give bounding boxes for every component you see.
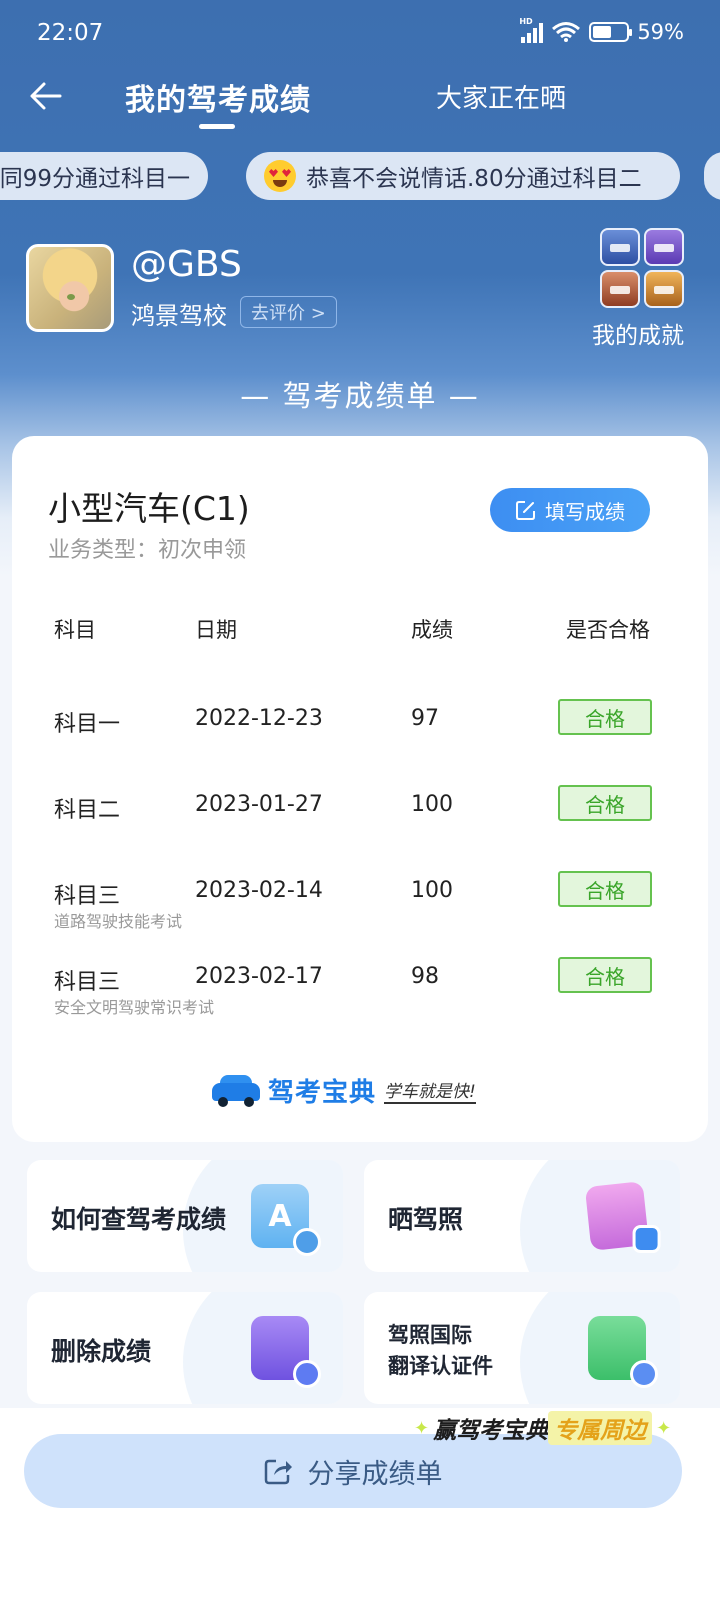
status-time: 22:07 <box>37 20 104 46</box>
tile-label: 如何查驾考成绩 <box>51 1205 227 1234</box>
edit-icon <box>516 501 535 520</box>
table-row: 科目一 2022-12-23 97 合格 <box>12 699 708 776</box>
username: @GBS <box>131 244 242 285</box>
row-date: 2023-02-14 <box>195 878 323 903</box>
header-pass: 是否合格 <box>566 618 650 642</box>
header-score: 成绩 <box>411 618 453 642</box>
row-score: 97 <box>411 706 439 731</box>
badge-icon <box>600 270 640 308</box>
my-achievements-link[interactable]: 我的成就 <box>592 316 684 350</box>
brand-logo: 驾考宝典 学车就是快! <box>212 1070 476 1110</box>
status-bar: 22:07 HD 59% <box>37 17 684 54</box>
show-license-tile[interactable]: 晒驾照 <box>364 1160 680 1272</box>
sparkle-icon: ✦ <box>414 1417 430 1439</box>
how-to-check-scores-tile[interactable]: 如何查驾考成绩 A <box>27 1160 343 1272</box>
row-subtitle: 安全文明驾驶常识考试 <box>54 998 215 1017</box>
header-date: 日期 <box>195 618 237 642</box>
tab-everyone-sharing[interactable]: 大家正在晒 <box>436 78 566 115</box>
tile-label-line2: 翻译认证件 <box>388 1354 493 1378</box>
promo-text: 赢驾考宝典 <box>433 1418 549 1444</box>
tile-label: 驾照国际 翻译认证件 <box>388 1320 493 1382</box>
fill-score-label: 填写成绩 <box>545 499 625 524</box>
battery-icon <box>589 22 633 42</box>
delete-scores-tile[interactable]: 删除成绩 <box>27 1292 343 1404</box>
signal-icon: HD <box>519 17 544 43</box>
table-row: 科目三 2023-02-14 100 合格 道路驾驶技能考试 <box>12 871 708 948</box>
fill-score-button[interactable]: 填写成绩 <box>490 488 650 532</box>
back-arrow-icon[interactable] <box>26 76 66 116</box>
battery-percent: 59% <box>637 20 684 44</box>
row-subject: 科目一 <box>54 712 121 737</box>
id-card-globe-icon <box>588 1316 658 1388</box>
driving-school-name: 鸿景驾校 <box>131 302 227 330</box>
intl-license-translation-tile[interactable]: 驾照国际 翻译认证件 <box>364 1292 680 1404</box>
status-icons: HD 59% <box>519 17 684 44</box>
delete-document-icon <box>251 1316 321 1388</box>
share-button-label: 分享成绩单 <box>307 1458 443 1490</box>
row-score: 100 <box>411 878 453 903</box>
pass-badge: 合格 <box>558 871 652 907</box>
score-sheet-title: — 驾考成绩单 — <box>240 379 480 413</box>
tile-label-line1: 驾照国际 <box>388 1323 472 1347</box>
network-type-label: HD <box>519 17 533 26</box>
star-struck-emoji-icon <box>264 160 296 192</box>
row-subject: 科目二 <box>54 798 121 823</box>
header-subject: 科目 <box>54 618 96 642</box>
row-date: 2023-01-27 <box>195 792 323 817</box>
row-date: 2023-02-17 <box>195 964 323 989</box>
tile-label: 删除成绩 <box>51 1337 152 1366</box>
promo-highlight: 专属周边 <box>548 1411 653 1445</box>
ticker-text: 同99分通过科目一 <box>0 166 190 192</box>
pass-badge: 合格 <box>558 957 652 993</box>
search-document-icon: A <box>251 1184 321 1256</box>
pass-badge: 合格 <box>558 699 652 735</box>
sparkle-icon: ✦ <box>656 1417 672 1439</box>
achievement-badges[interactable] <box>600 228 690 310</box>
row-subject: 科目三 <box>54 970 121 995</box>
tab-my-scores[interactable]: 我的驾考成绩 <box>125 75 311 119</box>
pass-badge: 合格 <box>558 785 652 821</box>
ticker-text: 恭喜不会说情话.80分通过科目二 <box>306 166 642 192</box>
brand-name: 驾考宝典 <box>268 1077 377 1108</box>
active-tab-indicator <box>199 124 235 129</box>
ticker-item[interactable]: 恭喜不会说情话.80分通过科目二 <box>246 152 680 200</box>
row-score: 100 <box>411 792 453 817</box>
ticker-item[interactable]: 同99分通过科目一 <box>0 152 208 200</box>
badge-icon <box>644 270 684 308</box>
row-subtitle: 道路驾驶技能考试 <box>54 912 183 931</box>
wifi-icon <box>552 22 581 42</box>
table-row: 科目三 2023-02-17 98 合格 安全文明驾驶常识考试 <box>12 957 708 1034</box>
share-icon <box>264 1459 292 1485</box>
car-logo-icon <box>212 1075 260 1107</box>
score-card: 小型汽车(C1) 业务类型：初次申领 填写成绩 科目 日期 成绩 是否合格 科目… <box>12 436 708 1142</box>
photo-share-icon <box>584 1181 661 1254</box>
tile-label: 晒驾照 <box>388 1205 464 1234</box>
row-score: 98 <box>411 964 439 989</box>
promo-banner[interactable]: ✦ 赢驾考宝典 专属周边 ✦ <box>410 1410 675 1446</box>
top-nav: 我的驾考成绩 大家正在晒 <box>0 70 720 130</box>
table-row: 科目二 2023-01-27 100 合格 <box>12 785 708 862</box>
rate-school-button[interactable]: 去评价 > <box>240 296 337 328</box>
brand-slogan: 学车就是快! <box>384 1077 476 1104</box>
badge-icon <box>644 228 684 266</box>
avatar[interactable] <box>26 244 114 332</box>
row-subject: 科目三 <box>54 884 121 909</box>
badge-icon <box>600 228 640 266</box>
row-date: 2022-12-23 <box>195 706 323 731</box>
business-type: 业务类型：初次申领 <box>48 538 247 563</box>
vehicle-type: 小型汽车(C1) <box>48 489 250 528</box>
